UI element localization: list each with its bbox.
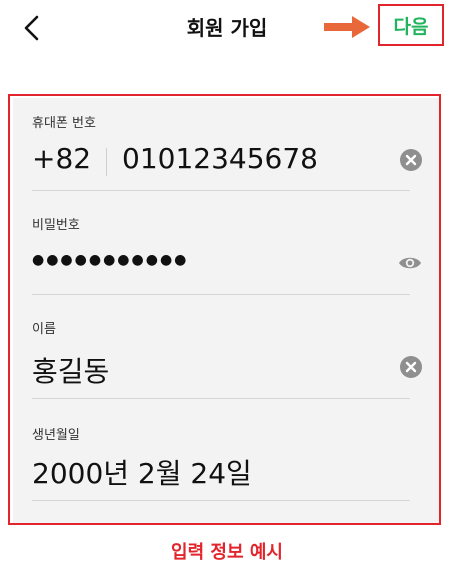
name-input[interactable]: 홍길동 bbox=[32, 350, 109, 390]
password-label: 비밀번호 bbox=[32, 218, 80, 233]
next-button-label: 다음 bbox=[393, 15, 429, 38]
phone-label: 휴대폰 번호 bbox=[32, 116, 96, 131]
eye-icon[interactable] bbox=[398, 254, 422, 276]
name-label: 이름 bbox=[32, 322, 56, 337]
birthdate-input[interactable]: 2000년 2월 24일 bbox=[32, 452, 252, 492]
next-button[interactable]: 다음 bbox=[378, 4, 444, 46]
phone-field: 휴대폰 번호 +82 01012345678 bbox=[32, 112, 422, 192]
example-caption: 입력 정보 예시 bbox=[171, 542, 283, 563]
country-code-separator bbox=[106, 148, 107, 176]
app-header: 회원 가입 다음 bbox=[0, 0, 454, 56]
password-field: 비밀번호 ●●●●●●●●●●● bbox=[32, 214, 421, 296]
phone-number-input[interactable]: 01012345678 bbox=[122, 142, 318, 175]
name-divider bbox=[32, 398, 410, 399]
birthdate-label: 생년월일 bbox=[32, 428, 80, 443]
name-field: 이름 홍길동 bbox=[32, 318, 422, 400]
birthdate-field: 생년월일 2000년 2월 24일 bbox=[32, 424, 410, 504]
birthdate-divider bbox=[32, 500, 410, 501]
password-divider bbox=[32, 294, 410, 295]
clear-icon[interactable] bbox=[400, 356, 422, 378]
phone-divider bbox=[32, 190, 410, 191]
clear-icon[interactable] bbox=[400, 149, 422, 171]
password-input[interactable]: ●●●●●●●●●●● bbox=[32, 252, 188, 268]
country-code-selector[interactable]: +82 bbox=[32, 142, 91, 175]
arrow-right-icon bbox=[324, 16, 370, 38]
